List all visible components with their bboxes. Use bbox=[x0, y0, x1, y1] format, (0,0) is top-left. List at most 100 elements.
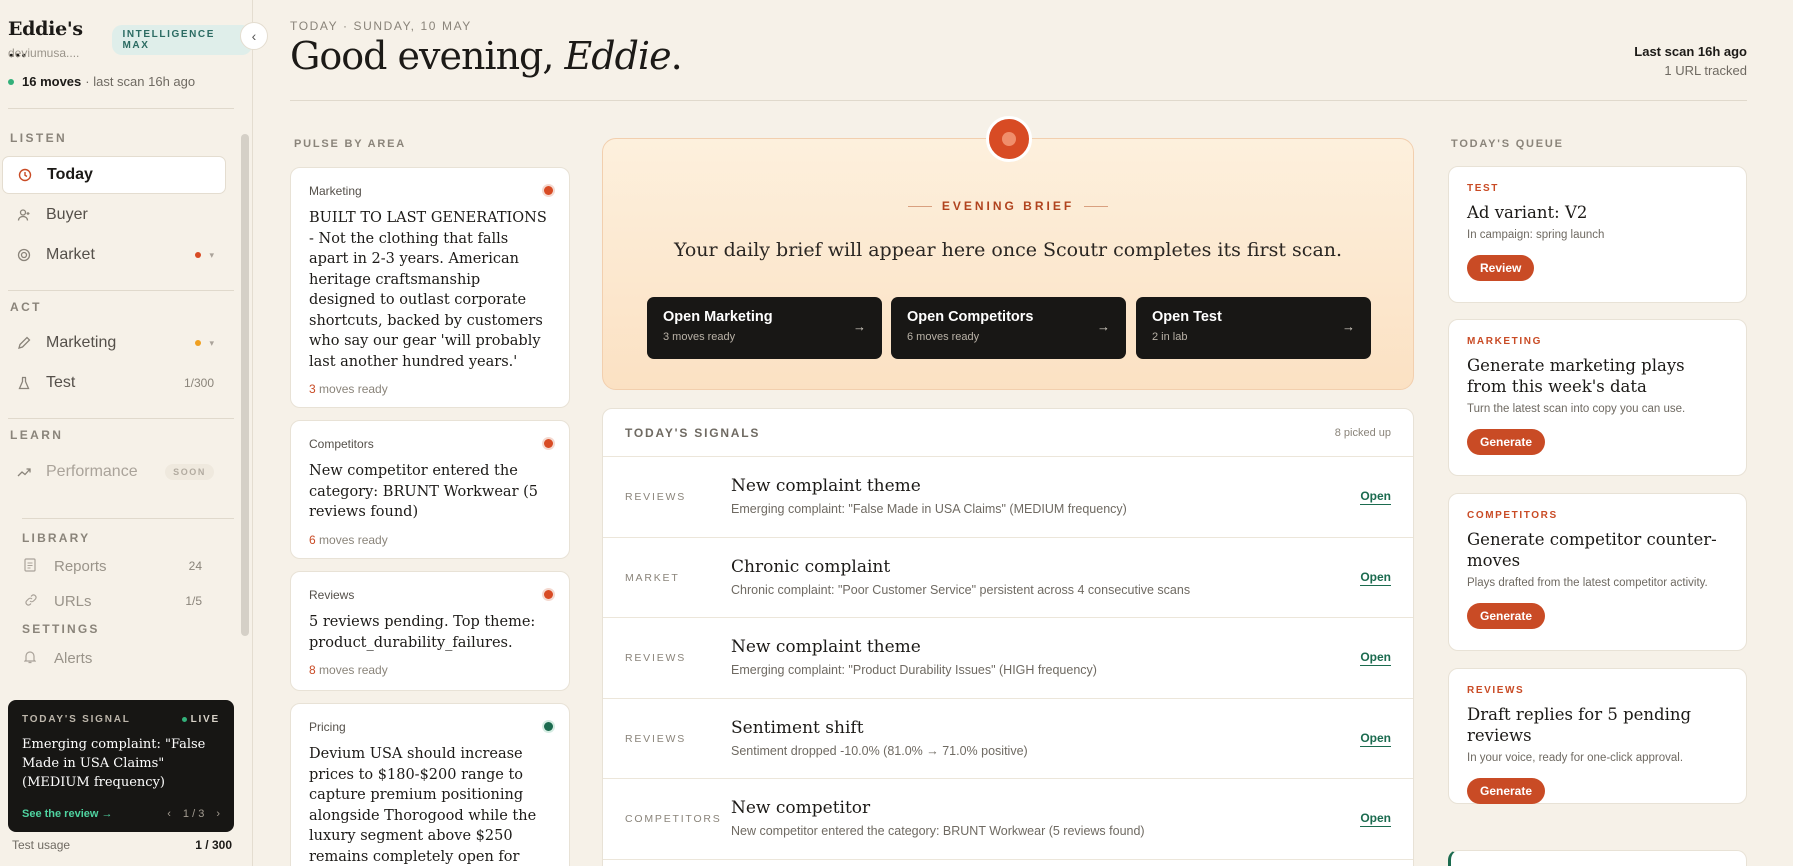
signal-sub: Emerging complaint: "False Made in USA C… bbox=[731, 502, 1127, 516]
open-link[interactable]: Open bbox=[1360, 570, 1391, 586]
todays-signal-card[interactable]: TODAY'S SIGNAL LIVE Emerging complaint: … bbox=[8, 700, 234, 832]
queue-title: Generate competitor counter-moves bbox=[1467, 530, 1717, 570]
settings-label: Alerts bbox=[54, 649, 93, 667]
signal-pager: ‹ 1 / 3 › bbox=[167, 808, 220, 820]
alert-dot bbox=[195, 340, 202, 346]
queue-sub: In your voice, ready for one-click appro… bbox=[1467, 752, 1684, 764]
queue-card-partial[interactable] bbox=[1448, 850, 1747, 866]
queue-tag: COMPETITORS bbox=[1467, 510, 1558, 521]
greeting-prefix: Good evening, bbox=[290, 34, 565, 78]
chevron-down-icon: ▾ bbox=[209, 337, 214, 348]
nav-item-today[interactable]: Today bbox=[2, 156, 226, 194]
signal-row[interactable]: REVIEWS Sentiment shift Sentiment droppe… bbox=[603, 699, 1413, 779]
collapse-sidebar-button[interactable]: ‹ bbox=[240, 22, 268, 50]
signal-category: REVIEWS bbox=[625, 732, 687, 745]
signal-sub: Chronic complaint: "Poor Customer Servic… bbox=[731, 582, 1191, 597]
signal-category: COMPETITORS bbox=[625, 813, 722, 825]
prev-icon[interactable]: ‹ bbox=[167, 808, 171, 820]
open-test-button[interactable]: Open Test 2 in lab → bbox=[1136, 297, 1371, 359]
page-title: Good evening, Eddie. bbox=[290, 34, 683, 78]
status-moves: 16 moves bbox=[22, 74, 82, 89]
soon-badge: SOON bbox=[165, 464, 214, 480]
next-icon[interactable]: › bbox=[216, 808, 220, 820]
pulse-card-marketing[interactable]: Marketing BUILT TO LAST GENERATIONS - No… bbox=[290, 167, 570, 408]
pulse-text: Devium USA should increase prices to $18… bbox=[309, 746, 537, 865]
open-link[interactable]: Open bbox=[1360, 489, 1391, 505]
queue-card-test[interactable]: TEST Ad variant: V2 In campaign: spring … bbox=[1448, 166, 1747, 303]
sidebar-scrollbar[interactable] bbox=[241, 134, 249, 636]
signal-card-header: TODAY'S SIGNAL LIVE bbox=[22, 714, 220, 725]
nav-label: Marketing bbox=[46, 334, 117, 351]
signal-sub: Emerging complaint: "Product Durability … bbox=[731, 663, 1097, 677]
queue-card-reviews[interactable]: REVIEWS Draft replies for 5 pending revi… bbox=[1448, 668, 1747, 804]
moves-text: moves ready bbox=[315, 532, 388, 547]
pulse-text: 5 reviews pending. Top theme: product_du… bbox=[309, 614, 536, 651]
library-label: Reports bbox=[54, 557, 107, 575]
pulse-card-competitors[interactable]: Competitors New competitor entered the c… bbox=[290, 420, 570, 559]
generate-button[interactable]: Generate bbox=[1467, 778, 1546, 804]
open-link[interactable]: Open bbox=[1360, 731, 1391, 747]
pulse-area: Reviews bbox=[309, 588, 355, 602]
queue-card-marketing[interactable]: MARKETING Generate marketing plays from … bbox=[1448, 319, 1747, 476]
signal-category: REVIEWS bbox=[625, 491, 687, 503]
signal-row[interactable]: REVIEWS New complaint theme Emerging com… bbox=[603, 618, 1413, 699]
open-link[interactable]: Open bbox=[1360, 650, 1391, 666]
pulse-area: Marketing bbox=[309, 184, 362, 198]
pulse-label: PULSE BY AREA bbox=[294, 138, 407, 150]
nav-item-test[interactable]: Test 1/300 bbox=[2, 364, 226, 402]
tier-badge: INTELLIGENCE MAX bbox=[112, 25, 252, 55]
pulse-card-pricing[interactable]: Pricing Devium USA should increase price… bbox=[290, 703, 570, 866]
signal-row[interactable]: REVIEWS New complaint theme Emerging com… bbox=[603, 457, 1413, 538]
nav-meta: ▾ bbox=[195, 250, 214, 261]
open-marketing-button[interactable]: Open Marketing 3 moves ready → bbox=[647, 297, 882, 359]
brief-label-row: EVENING BRIEF bbox=[603, 199, 1413, 213]
signal-title: New complaint theme bbox=[731, 476, 921, 496]
sidebar: Eddie's ... INTELLIGENCE MAX deviumusa..… bbox=[0, 0, 253, 866]
library-item-urls[interactable]: URLs 1/5 bbox=[24, 588, 210, 614]
signal-title: New complaint theme bbox=[731, 637, 921, 657]
moves-count: 6 bbox=[309, 532, 316, 547]
pulse-text: New competitor entered the category: BRU… bbox=[309, 463, 538, 520]
nav-item-marketing[interactable]: Marketing ▾ bbox=[2, 324, 226, 362]
brief-button-sub: 2 in lab bbox=[1152, 331, 1188, 343]
urls-count: 1/5 bbox=[185, 594, 202, 608]
signal-row[interactable]: COMPETITORS New competitor New competito… bbox=[603, 779, 1413, 860]
live-dot bbox=[181, 717, 187, 722]
header-divider bbox=[290, 100, 1747, 101]
nav-item-buyer[interactable]: Buyer bbox=[2, 196, 226, 234]
open-competitors-button[interactable]: Open Competitors 6 moves ready → bbox=[891, 297, 1126, 359]
divider bbox=[8, 290, 234, 291]
evening-brief: EVENING BRIEF Your daily brief will appe… bbox=[602, 138, 1414, 390]
section-act: ACT bbox=[10, 300, 42, 314]
moves-count: 8 bbox=[309, 663, 316, 677]
arrow-right-icon: → bbox=[1097, 319, 1110, 334]
library-item-reports[interactable]: Reports 24 bbox=[24, 553, 210, 579]
signal-category: MARKET bbox=[625, 571, 680, 584]
settings-item-alerts[interactable]: Alerts bbox=[23, 645, 210, 671]
status-dot bbox=[544, 439, 553, 448]
see-review-link[interactable]: See the review → bbox=[22, 808, 113, 820]
brief-button-title: Open Competitors bbox=[907, 309, 1034, 325]
section-library: LIBRARY bbox=[22, 531, 91, 545]
open-link[interactable]: Open bbox=[1360, 811, 1391, 827]
queue-card-competitors[interactable]: COMPETITORS Generate competitor counter-… bbox=[1448, 493, 1747, 651]
status-dot bbox=[544, 590, 553, 599]
bell-icon bbox=[23, 650, 38, 667]
generate-button[interactable]: Generate bbox=[1467, 429, 1546, 455]
signal-title: Chronic complaint bbox=[731, 556, 891, 577]
pencil-icon bbox=[16, 335, 32, 351]
moves-text: moves ready bbox=[315, 382, 388, 396]
pulse-moves: 8 moves ready bbox=[309, 663, 551, 677]
pulse-card-reviews[interactable]: Reviews 5 reviews pending. Top theme: pr… bbox=[290, 571, 570, 691]
section-learn: LEARN bbox=[10, 428, 64, 442]
signal-title: New competitor bbox=[731, 798, 871, 818]
scan-info: Last scan 16h ago 1 URL tracked bbox=[1634, 44, 1747, 78]
signal-row[interactable]: MARKET Chronic complaint Chronic complai… bbox=[603, 538, 1413, 618]
review-button[interactable]: Review bbox=[1467, 255, 1535, 281]
arrow-right-icon: → bbox=[853, 319, 866, 334]
brief-text: Your daily brief will appear here once S… bbox=[673, 239, 1343, 261]
queue-sub: In campaign: spring launch bbox=[1467, 229, 1605, 241]
nav-item-market[interactable]: Market ▾ bbox=[2, 236, 226, 274]
generate-button[interactable]: Generate bbox=[1467, 603, 1546, 629]
status-rest: · last scan 16h ago bbox=[85, 74, 196, 89]
